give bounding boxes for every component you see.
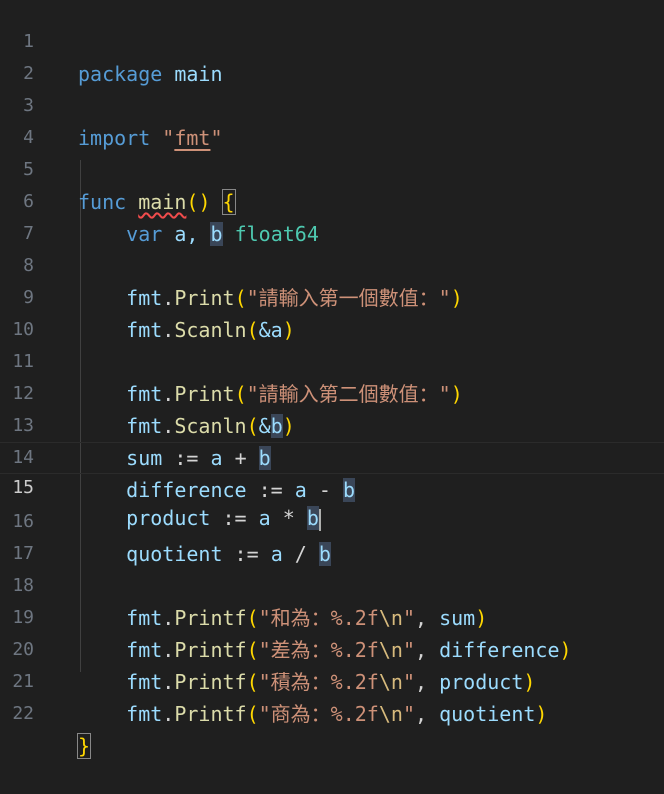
code-line[interactable]: 21 fmt.Printf("商為：%.2f\n", quotient): [0, 634, 664, 726]
brace: }: [76, 733, 92, 759]
line-number: 22: [12, 703, 34, 724]
string: "商為：%.2f: [258, 702, 379, 726]
escape-sequence: \n: [378, 702, 403, 726]
code-line[interactable]: 2: [0, 26, 664, 84]
code-line[interactable]: 11 fmt.Print("請輸入第二個數值："): [0, 314, 664, 406]
code-line-current[interactable]: 15 product := a * b: [0, 442, 664, 531]
code-line[interactable]: 18 fmt.Printf("和為：%.2f\n", sum): [0, 538, 664, 630]
code-line[interactable]: 16 quotient := a / b: [0, 474, 664, 566]
code-line[interactable]: 14 difference := a - b: [0, 410, 664, 502]
code-editor[interactable]: 1 package main 2 3 import "fmt" 4 5 func…: [0, 0, 664, 759]
code-line[interactable]: 13 sum := a + b: [0, 378, 664, 470]
code-line[interactable]: 7: [0, 186, 664, 244]
code-line[interactable]: 17: [0, 506, 664, 564]
code-line[interactable]: 12 fmt.Scanln(&b): [0, 346, 664, 438]
package: fmt: [126, 702, 163, 726]
code-line[interactable]: 22 }: [0, 666, 664, 759]
function-name: Printf: [174, 702, 247, 726]
code-line[interactable]: 9 fmt.Scanln(&a): [0, 250, 664, 342]
code-line[interactable]: 3 import "fmt": [0, 58, 664, 150]
code-line[interactable]: 20 fmt.Printf("積為：%.2f\n", product): [0, 602, 664, 694]
code-line[interactable]: 4: [0, 90, 664, 148]
code-line[interactable]: 6 var a, b float64: [0, 154, 664, 246]
code-line[interactable]: 8 fmt.Print("請輸入第一個數值："): [0, 218, 664, 310]
code-line[interactable]: 19 fmt.Printf("差為：%.2f\n", difference): [0, 570, 664, 662]
code-line[interactable]: 10: [0, 282, 664, 340]
code-line[interactable]: 5 func main() {: [0, 122, 664, 215]
code-line[interactable]: 1 package main: [0, 0, 664, 86]
identifier: quotient: [439, 702, 536, 726]
